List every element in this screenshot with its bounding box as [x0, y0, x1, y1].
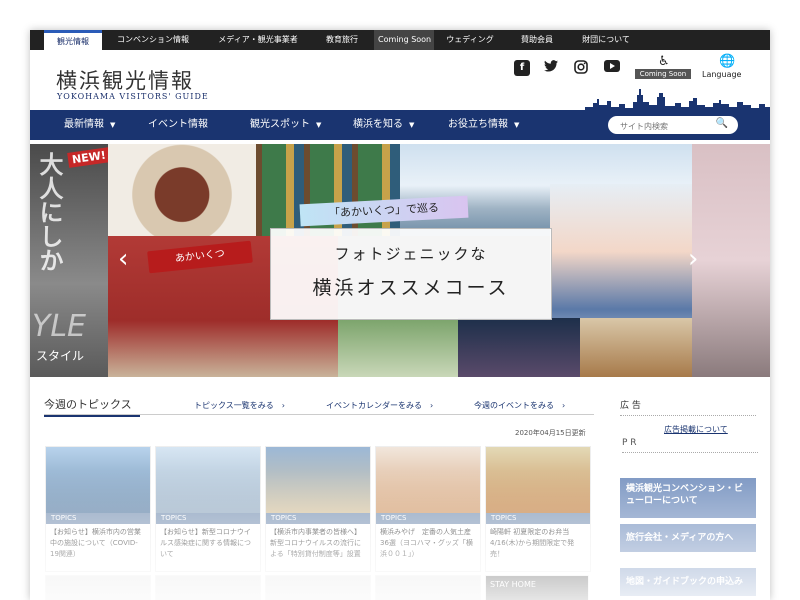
hero-side-text-2: YLE — [32, 309, 86, 344]
hero-title-line1: フォトジェニックな — [334, 245, 488, 263]
hero-bar-image — [458, 318, 580, 377]
topics-divider — [44, 414, 594, 415]
nav-spots[interactable]: 観光スポット ▼ — [250, 110, 321, 140]
topic-card-text: 【お知らせ】新型コロナウイルス感染症に関する情報について — [160, 528, 251, 558]
hero-title-line2: 横浜オススメコース — [312, 277, 510, 299]
ad-heading: 広 告 — [620, 398, 756, 416]
nav-useful-info[interactable]: お役立ち情報 ▼ — [448, 110, 519, 140]
topic-card-image — [266, 447, 370, 513]
topic-card[interactable]: TOPICS 【お知らせ】横浜市内の営業中の施設について（COVID-19関連） — [45, 446, 151, 572]
event-calendar-link[interactable]: イベントカレンダーをみる › — [326, 400, 433, 411]
site-search: 🔍 — [608, 116, 738, 134]
topic-card-label: TOPICS — [156, 513, 260, 524]
topic-card[interactable]: TOPICS 【横浜市内事業者の皆様へ】新型コロナウイルスの流行による「特別貸付… — [265, 446, 371, 572]
globe-icon[interactable]: 🌐 — [719, 54, 735, 69]
nav-latest-info[interactable]: 最新情報 ▼ — [64, 110, 115, 140]
tab-sightseeing[interactable]: 観光情報 — [44, 30, 102, 50]
top-category-bar: 観光情報 コンベンション情報 メディア・観光事業者 教育旅行 Coming So… — [30, 30, 770, 50]
hero-garden-image — [338, 318, 458, 377]
topics-list-link[interactable]: トピックス一覧をみる › — [194, 400, 285, 411]
updated-date: 2020年04月15日更新 — [515, 429, 586, 437]
tab-supporting-members[interactable]: 賛助会員 — [514, 30, 560, 50]
topic-card[interactable]: TOPICS 【お知らせ】新型コロナウイルス感染症に関する情報について — [155, 446, 261, 572]
site-logo[interactable]: 横浜観光情報 — [56, 65, 194, 95]
topic-card-text: 【お知らせ】横浜市内の営業中の施設について（COVID-19関連） — [50, 528, 141, 558]
search-input[interactable] — [618, 118, 717, 134]
tab-media[interactable]: メディア・観光事業者 — [210, 30, 306, 50]
pr-heading: P R — [622, 438, 758, 453]
hero-side-text: 大人にしか — [35, 152, 63, 272]
twitter-icon[interactable] — [543, 60, 559, 76]
tab-about-foundation[interactable]: 財団について — [574, 30, 638, 50]
nav-events[interactable]: イベント情報 — [148, 110, 208, 140]
topic-card-text: 【横浜市内事業者の皆様へ】新型コロナウイルスの流行による「特別貸付制度等」設置 — [270, 528, 361, 558]
topic-card-row2[interactable] — [45, 575, 151, 600]
topic-card-label: TOPICS — [46, 513, 150, 524]
sidebar-banner-guidebook[interactable]: 地図・ガイドブックの申込み — [620, 568, 756, 596]
sidebar-banner-bureau[interactable]: 横浜観光コンベンション・ビューローについて — [620, 478, 756, 518]
topic-card[interactable]: TOPICS 崎陽軒 初夏限定のお弁当 4/16(木)から期間限定で発売！ — [485, 446, 591, 572]
prev-slide-arrow-icon[interactable]: ‹ — [118, 244, 128, 274]
topic-card-image — [486, 447, 590, 513]
tab-wedding[interactable]: ウェディング — [440, 30, 500, 50]
topic-card-row2[interactable] — [265, 575, 371, 600]
topic-card-row2[interactable]: STAY HOME — [485, 575, 589, 600]
topic-card-row2[interactable] — [375, 575, 481, 600]
accessibility-coming-soon-label: Coming Soon — [635, 69, 691, 79]
hero-side-style-text: スタイル — [36, 349, 85, 363]
search-icon[interactable]: 🔍 — [716, 118, 728, 129]
topic-card-text: 崎陽軒 初夏限定のお弁当 4/16(木)から期間限定で発売！ — [490, 528, 575, 558]
instagram-icon[interactable] — [573, 60, 589, 76]
facebook-icon[interactable]: f — [514, 60, 530, 76]
youtube-icon[interactable] — [604, 60, 620, 76]
language-link[interactable]: Language — [702, 70, 741, 79]
hero-next-slide-image — [692, 144, 770, 377]
hero-food-image — [108, 144, 256, 236]
main-nav: 最新情報▼ イベント情報 観光スポット▼ 横浜を知る▼ お役立ち情報▼ 🔍 — [30, 110, 770, 140]
topic-card-row2[interactable] — [155, 575, 261, 600]
topic-card-image — [46, 447, 150, 513]
ad-info-link[interactable]: 広告掲載について — [664, 424, 728, 435]
tab-education[interactable]: 教育旅行 — [320, 30, 364, 50]
tab-convention[interactable]: コンベンション情報 — [110, 30, 196, 50]
accessibility-icon[interactable]: ♿ — [658, 54, 670, 69]
topic-card-image — [156, 447, 260, 513]
topic-card-label: TOPICS — [486, 513, 590, 524]
topic-card-label: TOPICS — [376, 513, 480, 524]
next-slide-arrow-icon[interactable]: › — [688, 244, 698, 274]
topic-card-label: TOPICS — [266, 513, 370, 524]
topic-card-image — [376, 447, 480, 513]
hero-title-box: フォトジェニックな 横浜オススメコース — [270, 228, 552, 320]
browser-page: 観光情報 コンベンション情報 メディア・観光事業者 教育旅行 Coming So… — [30, 30, 770, 600]
weekly-events-link[interactable]: 今週のイベントをみる › — [474, 400, 565, 411]
hero-cafe-image — [580, 318, 692, 377]
topic-card-text: 横浜みやげ 定番の人気土産36選（ヨコハマ・グッズ「横浜００１」） — [380, 528, 473, 558]
skyline-illustration — [585, 89, 770, 111]
nav-know-yokohama[interactable]: 横浜を知る ▼ — [353, 110, 414, 140]
sidebar-banner-media[interactable]: 旅行会社・メディアの方へ — [620, 524, 756, 552]
hero-slider[interactable]: 大人にしか NEW! YLE スタイル あかいくつ 「あかいくつ」で巡る フォト… — [30, 144, 770, 377]
tab-coming-soon[interactable]: Coming Soon — [374, 30, 434, 50]
topic-card[interactable]: TOPICS 横浜みやげ 定番の人気土産36選（ヨコハマ・グッズ「横浜００１」） — [375, 446, 481, 572]
site-logo-subtitle: YOKOHAMA VISITORS' GUIDE — [57, 92, 209, 101]
